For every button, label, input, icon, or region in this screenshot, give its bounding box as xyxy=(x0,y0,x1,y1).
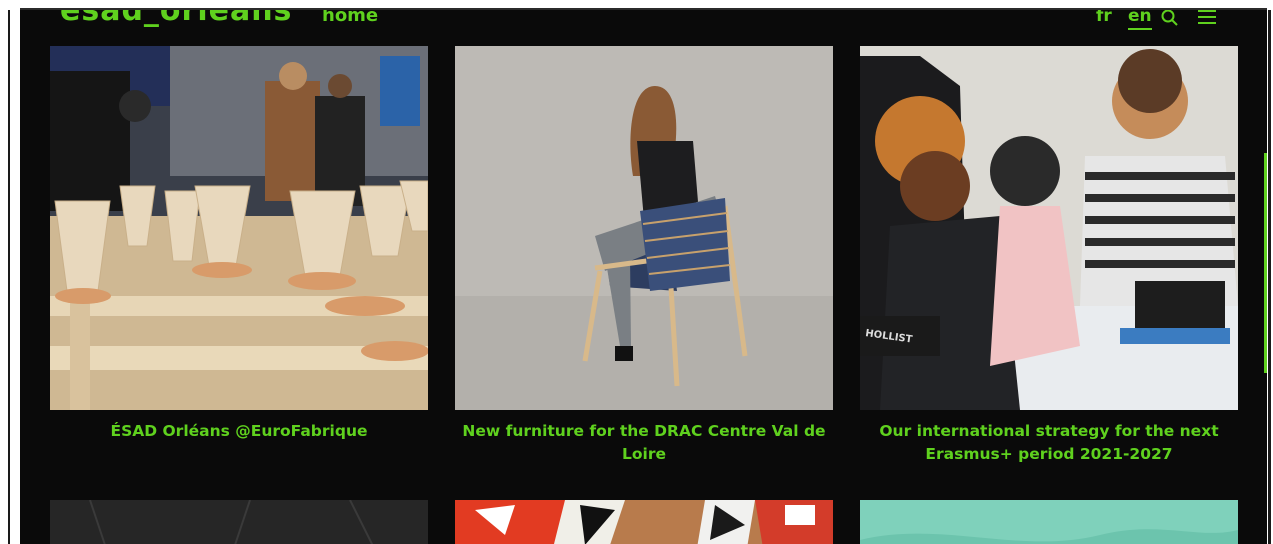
article-image-workshop[interactable]: HOLLIST xyxy=(860,46,1238,410)
article-image-dark[interactable] xyxy=(50,500,428,544)
article-card[interactable] xyxy=(860,500,1238,544)
article-image-ceramics[interactable] xyxy=(50,46,428,410)
menu-icon[interactable] xyxy=(1196,10,1216,28)
article-image-collage[interactable] xyxy=(455,500,833,544)
article-title[interactable]: Our international strategy for the next … xyxy=(860,420,1238,466)
article-card[interactable]: HOLLIST Our international strategy for t… xyxy=(860,46,1238,466)
site-logo[interactable]: ésad_orléans xyxy=(60,10,292,26)
language-en-link[interactable]: en xyxy=(1128,10,1152,30)
nav-home-link[interactable]: home xyxy=(322,10,378,26)
article-title[interactable]: New furniture for the DRAC Centre Val de… xyxy=(455,420,833,466)
right-border xyxy=(1268,10,1271,544)
scrollbar-thumb[interactable] xyxy=(1264,153,1267,373)
article-image-turquoise[interactable] xyxy=(860,500,1238,544)
article-title[interactable]: ÉSAD Orléans @EuroFabrique xyxy=(50,420,428,443)
page-viewport: ésad_orléans home fr en ÉSAD Orléans @Eu… xyxy=(20,10,1267,544)
left-border xyxy=(8,10,10,544)
search-icon[interactable] xyxy=(1160,10,1180,28)
article-card[interactable]: New furniture for the DRAC Centre Val de… xyxy=(455,46,833,466)
article-card[interactable] xyxy=(50,500,428,544)
article-image-chair[interactable] xyxy=(455,46,833,410)
language-fr-link[interactable]: fr xyxy=(1096,10,1112,25)
article-card[interactable]: ÉSAD Orléans @EuroFabrique xyxy=(50,46,428,443)
article-card[interactable] xyxy=(455,500,833,544)
